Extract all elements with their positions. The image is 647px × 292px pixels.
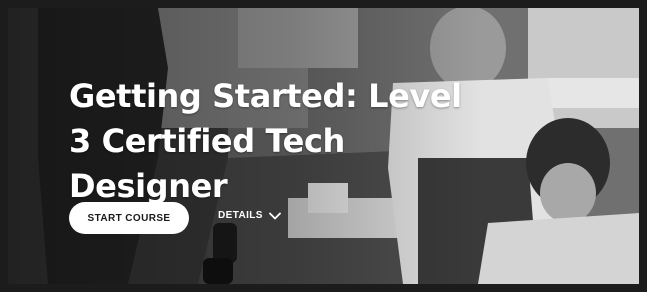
course-title: Getting Started: Level 3 Certified Tech … bbox=[69, 77, 462, 205]
start-course-button[interactable]: START COURSE bbox=[69, 202, 189, 234]
details-toggle[interactable]: DETAILS bbox=[218, 210, 281, 221]
details-label: DETAILS bbox=[218, 210, 263, 221]
course-banner: Getting Started: Level 3 Certified Tech … bbox=[0, 0, 647, 292]
chevron-down-icon bbox=[268, 212, 281, 220]
